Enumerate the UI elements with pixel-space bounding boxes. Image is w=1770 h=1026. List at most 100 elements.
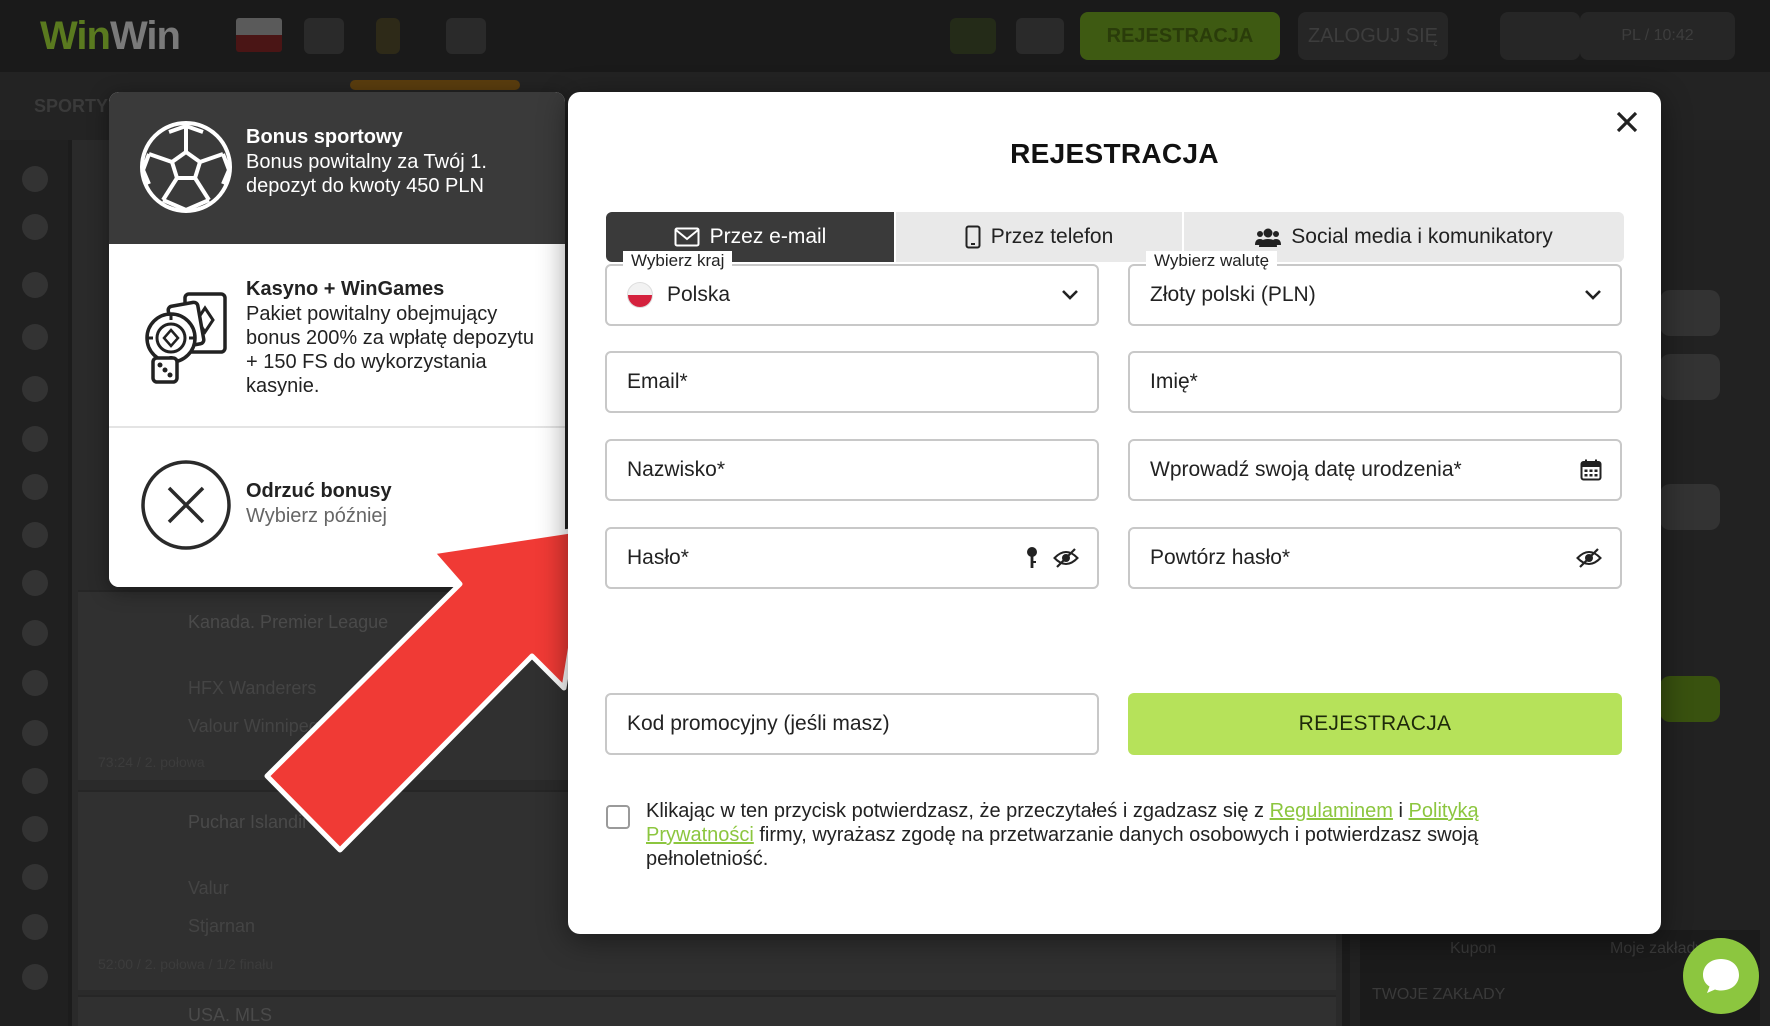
rail-basketball-icon[interactable]: [22, 426, 48, 452]
promo-code-placeholder: Kod promocyjny (jeśli masz): [627, 712, 890, 735]
password-field[interactable]: Hasło*: [605, 527, 1099, 589]
tab-kupon[interactable]: Kupon: [1450, 940, 1496, 958]
gift-icon[interactable]: [1016, 18, 1064, 54]
key-generate-icon[interactable]: [1025, 546, 1039, 570]
top-bar: WinWin REJESTRACJA ZALOGUJ SIĘ PL / 10:4…: [0, 0, 1770, 72]
league-name: Puchar Islandii: [188, 812, 307, 832]
first-name-field[interactable]: Imię*: [1128, 351, 1622, 413]
consent-text-part: i: [1392, 800, 1409, 822]
rail-horse-icon[interactable]: [22, 620, 48, 646]
register-submit-button[interactable]: REJESTRACJA: [1128, 693, 1622, 755]
registration-modal: REJESTRACJA Przez e-mail Przez telefon S…: [568, 92, 1661, 934]
team-name: Stjarnan: [188, 916, 256, 936]
eye-slash-icon[interactable]: [1576, 548, 1602, 568]
terms-link[interactable]: Regulaminem: [1270, 800, 1393, 822]
bonus-title: Odrzuć bonusy: [246, 480, 392, 502]
top-register-button[interactable]: REJESTRACJA: [1080, 12, 1280, 60]
rail-pingpong-icon[interactable]: [22, 670, 48, 696]
tab-phone-label: Przez telefon: [990, 225, 1114, 248]
currency-select[interactable]: Wybierz walutę Złoty polski (PLN): [1128, 251, 1622, 326]
bonus-option-casino[interactable]: Kasyno + WinGames Pakiet powitalny obejm…: [109, 244, 565, 428]
calendar-icon[interactable]: [1580, 459, 1602, 481]
consent-text-part: Klikając w ten przycisk potwierdzasz, że…: [646, 800, 1270, 822]
birthdate-field[interactable]: Wprowadź swoją datę urodzenia*: [1128, 439, 1622, 501]
eye-slash-icon[interactable]: [1053, 548, 1079, 568]
bonus-option-sport[interactable]: Bonus sportowy Bonus powitalny za Twój 1…: [109, 92, 565, 244]
envelope-icon: [674, 227, 700, 247]
betslip-widget[interactable]: [1660, 290, 1720, 336]
mobile-phone-icon: [965, 225, 981, 249]
registration-method-tabs: Przez e-mail Przez telefon Social media …: [606, 212, 1624, 262]
currency-value: Złoty polski (PLN): [1150, 283, 1316, 306]
chevron-down-icon: [1584, 289, 1602, 301]
team-name: Valur: [188, 878, 229, 898]
left-rail: [0, 140, 68, 1026]
your-bets-label: TWOJE ZAKŁADY: [1372, 986, 1506, 1003]
currency-select-label: Wybierz walutę: [1146, 251, 1278, 271]
rail-tennis-icon[interactable]: [22, 474, 48, 500]
promo-icon[interactable]: [304, 18, 344, 54]
bonus-selection-panel: Bonus sportowy Bonus powitalny za Twój 1…: [109, 92, 565, 587]
tab-phone[interactable]: Przez telefon: [894, 212, 1184, 262]
last-name-field[interactable]: Nazwisko*: [605, 439, 1099, 501]
rail-misc-icon[interactable]: [22, 964, 48, 990]
rail-hockey-icon[interactable]: [22, 522, 48, 548]
country-select[interactable]: Wybierz kraj Polska: [605, 251, 1099, 326]
rail-ball-icon[interactable]: [22, 816, 48, 842]
top-login-button[interactable]: ZALOGUJ SIĘ: [1298, 12, 1448, 60]
birthdate-placeholder: Wprowadź swoją datę urodzenia*: [1150, 458, 1462, 481]
rail-dart-icon[interactable]: [22, 768, 48, 794]
deposit-icon[interactable]: [950, 18, 996, 54]
rail-count-icon[interactable]: [22, 324, 48, 350]
tab-email-label: Przez e-mail: [709, 225, 827, 248]
match-meta: 73:24 / 2. połowa: [98, 754, 205, 770]
bonus-description: Bonus powitalny za Twój 1. depozyt do kw…: [246, 151, 487, 197]
close-icon[interactable]: [1607, 102, 1647, 142]
site-logo[interactable]: WinWin: [40, 14, 181, 59]
poland-flag-icon: [627, 282, 653, 308]
rail-calendar-icon[interactable]: [22, 914, 48, 940]
betslip-action[interactable]: [1660, 676, 1720, 722]
flag-promo-icon[interactable]: [236, 18, 282, 52]
soccer-ball-icon: [139, 120, 233, 214]
bonus-description: Wybierz później: [246, 505, 387, 527]
modal-title: REJESTRACJA: [1010, 138, 1219, 169]
nav-sport-link[interactable]: SPORTY: [34, 96, 108, 117]
rail-gamepad-icon[interactable]: [22, 720, 48, 746]
consent-text: Klikając w ten przycisk potwierdzasz, że…: [646, 799, 1566, 871]
country-select-label: Wybierz kraj: [623, 251, 733, 271]
rail-more-icon[interactable]: [22, 864, 48, 890]
bonus-title: Kasyno + WinGames: [246, 278, 445, 300]
betslip-widget[interactable]: [1660, 354, 1720, 400]
team-name: HFX Wanderers: [188, 678, 317, 698]
nav-accent-tab[interactable]: [350, 80, 520, 90]
x-circle-icon: [139, 458, 233, 552]
email-placeholder: Email*: [627, 370, 688, 393]
betslip-widget[interactable]: [1660, 484, 1720, 530]
rail-star-icon[interactable]: [22, 272, 48, 298]
password-repeat-field[interactable]: Powtórz hasło*: [1128, 527, 1622, 589]
consent-text-part: firmy, wyrażasz zgodę na przetwarzanie d…: [646, 824, 1479, 870]
logo-part1: Win: [40, 14, 111, 58]
rail-volleyball-icon[interactable]: [22, 570, 48, 596]
promo-code-field[interactable]: Kod promocyjny (jeśli masz): [605, 693, 1099, 755]
chevron-down-icon: [1061, 289, 1079, 301]
league-name: Kanada. Premier League: [188, 612, 389, 632]
games-icon[interactable]: [446, 18, 486, 54]
rail-soccer-icon[interactable]: [22, 376, 48, 402]
rail-like-icon[interactable]: [22, 166, 48, 192]
settings-icon[interactable]: [1500, 12, 1580, 60]
bonus-title: Bonus sportowy: [246, 126, 403, 148]
table-row[interactable]: USA. MLS: [78, 995, 1336, 1026]
chat-bubble-icon[interactable]: [1683, 938, 1759, 1014]
trophy-icon[interactable]: [376, 18, 400, 54]
bonus-option-decline[interactable]: Odrzuć bonusy Wybierz później: [109, 428, 565, 587]
country-value: Polska: [667, 283, 731, 306]
language-selector[interactable]: PL / 10:42: [1580, 12, 1735, 60]
league-name: USA. MLS: [188, 1005, 273, 1025]
tab-social-label: Social media i komunikatory: [1291, 225, 1553, 248]
rail-user-icon[interactable]: [22, 214, 48, 240]
email-field[interactable]: Email*: [605, 351, 1099, 413]
consent-checkbox[interactable]: [606, 805, 630, 829]
users-group-icon: [1255, 228, 1282, 247]
